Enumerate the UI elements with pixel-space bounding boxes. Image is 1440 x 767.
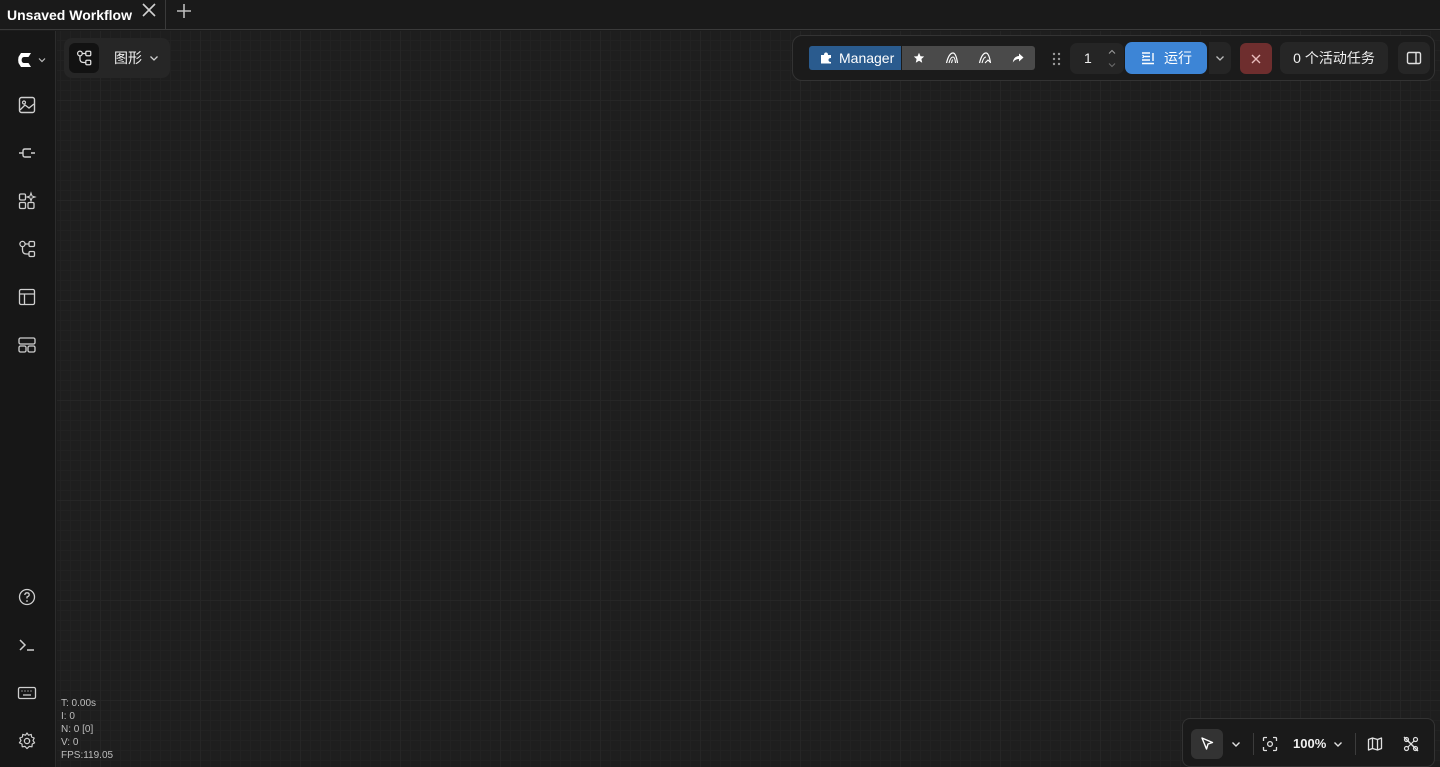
chevron-down-icon[interactable]	[1107, 60, 1117, 70]
keyboard-icon[interactable]	[14, 680, 40, 706]
models-icon[interactable]	[14, 140, 40, 166]
active-tasks-button[interactable]: 0 个活动任务	[1280, 42, 1388, 74]
minimap-icon[interactable]	[1365, 734, 1385, 754]
divider	[1253, 733, 1254, 755]
images-icon[interactable]	[14, 92, 40, 118]
terminal-icon[interactable]	[14, 632, 40, 658]
templates-icon[interactable]	[14, 284, 40, 310]
canvas-controls: 100%	[1182, 718, 1435, 767]
render-stats: T: 0.00s I: 0 N: 0 [0] V: 0 FPS:119.05	[61, 697, 113, 762]
run-label: 运行	[1164, 50, 1192, 66]
star-icon[interactable]	[902, 46, 935, 70]
run-options-dropdown[interactable]	[1209, 42, 1231, 74]
pointer-icon	[1201, 737, 1214, 750]
sidebar	[0, 31, 56, 767]
tab-bar: Unsaved Workflow	[0, 0, 1440, 30]
node-library-icon[interactable]	[14, 188, 40, 214]
fit-view-icon[interactable]	[1260, 734, 1280, 754]
cache-unload-icon[interactable]	[968, 46, 1001, 70]
run-toolbar: Manager 1 运行 0 个活动任务	[792, 35, 1435, 81]
tab-title: Unsaved Workflow	[7, 7, 132, 23]
sidebar-panel-icon	[1406, 51, 1422, 65]
chevron-up-icon[interactable]	[1107, 47, 1117, 57]
link-visibility-icon[interactable]	[1401, 734, 1421, 754]
batch-count-stepper[interactable]: 1	[1070, 43, 1124, 74]
model-unload-icon[interactable]	[935, 46, 968, 70]
stat-v: V: 0	[61, 737, 79, 748]
chevron-down-icon	[148, 52, 160, 64]
chevron-down-icon	[38, 58, 46, 63]
chevron-down-icon	[1216, 56, 1224, 61]
help-icon[interactable]	[14, 584, 40, 610]
plus-icon[interactable]	[175, 2, 193, 20]
graph-mode-dropdown[interactable]: 图形	[64, 38, 170, 78]
close-icon	[1251, 54, 1261, 63]
queue-icon[interactable]	[14, 332, 40, 358]
graph-icon	[69, 43, 99, 73]
puzzle-icon	[821, 52, 831, 64]
active-tasks-label: 0 个活动任务	[1293, 50, 1375, 66]
interrupt-button[interactable]	[1240, 43, 1272, 74]
stat-i: I: 0	[61, 711, 75, 722]
run-button[interactable]: 运行	[1125, 42, 1207, 74]
stat-fps: FPS:119.05	[61, 750, 114, 761]
select-tool-button[interactable]	[1191, 729, 1223, 759]
chevron-down-icon	[1334, 742, 1342, 747]
zoom-dropdown[interactable]	[1328, 734, 1348, 754]
share-icon[interactable]	[1001, 46, 1034, 70]
manager-label: Manager	[839, 50, 895, 66]
batch-count-value[interactable]: 1	[1084, 50, 1092, 66]
tab-workflow[interactable]: Unsaved Workflow	[0, 0, 166, 30]
stat-time: T: 0.00s	[61, 698, 97, 709]
stat-nodes: N: 0 [0]	[61, 724, 94, 735]
divider	[1355, 733, 1356, 755]
chevron-down-icon	[1232, 742, 1240, 747]
graph-mode-label: 图形	[114, 50, 142, 66]
toggle-panel-button[interactable]	[1398, 42, 1430, 74]
graph-canvas[interactable]	[57, 31, 1440, 767]
manager-tools	[902, 46, 1035, 70]
zoom-level[interactable]: 100%	[1293, 736, 1326, 751]
settings-gear-icon[interactable]	[14, 728, 40, 754]
app-logo-menu[interactable]	[16, 51, 48, 69]
queue-run-icon	[1142, 52, 1154, 65]
manager-button[interactable]: Manager	[809, 46, 901, 70]
logo-icon	[18, 53, 31, 67]
drag-handle-icon[interactable]	[1051, 51, 1063, 67]
tool-mode-dropdown[interactable]	[1226, 734, 1246, 754]
close-icon[interactable]	[140, 1, 158, 19]
workflows-icon[interactable]	[14, 236, 40, 262]
